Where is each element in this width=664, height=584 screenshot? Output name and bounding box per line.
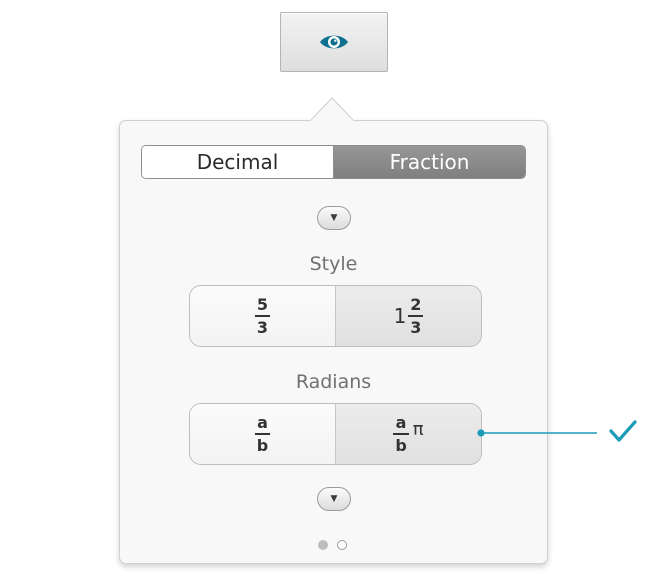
fraction-numerator: a: [257, 412, 268, 432]
style-segmented-control: 5 3 1 2 3: [189, 285, 482, 347]
pi-symbol: π: [412, 418, 424, 440]
triangle-down-icon: ▼: [330, 212, 338, 223]
style-heading: Style: [309, 253, 358, 275]
radians-pi-fraction: a b: [393, 412, 409, 454]
eye-icon: [320, 35, 348, 49]
stage: Decimal Fraction ▼ Style 5 3 1 2 3 Radia…: [0, 0, 664, 584]
radians-heading: Radians: [295, 371, 372, 393]
popover-arrow: [310, 97, 354, 122]
fraction-denominator: 3: [408, 314, 424, 336]
style-mixed-number-option[interactable]: 1 2 3: [336, 286, 481, 346]
style-improper-fraction-option[interactable]: 5 3: [190, 286, 336, 346]
improper-fraction: 5 3: [254, 294, 271, 336]
checkmark-icon: [609, 420, 637, 442]
radians-fraction: a b: [254, 412, 271, 454]
radians-pi-fraction-option[interactable]: a b π: [336, 404, 481, 464]
page-dot-2[interactable]: [337, 540, 347, 550]
fraction-segment[interactable]: Fraction: [334, 146, 525, 178]
fraction-numerator: a: [395, 412, 407, 432]
fraction-denominator: 3: [254, 314, 271, 336]
decimal-segment[interactable]: Decimal: [142, 146, 334, 178]
fraction-denominator: b: [393, 432, 409, 454]
collapse-toggle-button[interactable]: ▼: [317, 206, 351, 230]
fraction-numerator: 2: [410, 294, 422, 314]
expand-toggle-button[interactable]: ▼: [317, 487, 351, 511]
triangle-down-icon: ▼: [330, 493, 338, 504]
display-mode-segmented-control: Decimal Fraction: [141, 145, 526, 179]
view-options-button[interactable]: [280, 12, 388, 72]
page-indicator: [318, 540, 347, 550]
mixed-fraction: 2 3: [408, 294, 424, 336]
page-dot-1[interactable]: [318, 540, 328, 550]
fraction-numerator: 5: [256, 294, 269, 314]
radians-plain-fraction-option[interactable]: a b: [190, 404, 336, 464]
mixed-whole-part: 1: [393, 304, 407, 328]
fraction-denominator: b: [254, 432, 271, 454]
radians-segmented-control: a b a b π: [189, 403, 482, 465]
selection-callout: [477, 420, 637, 442]
format-popover: Decimal Fraction ▼ Style 5 3 1 2 3 Radia…: [119, 120, 548, 564]
